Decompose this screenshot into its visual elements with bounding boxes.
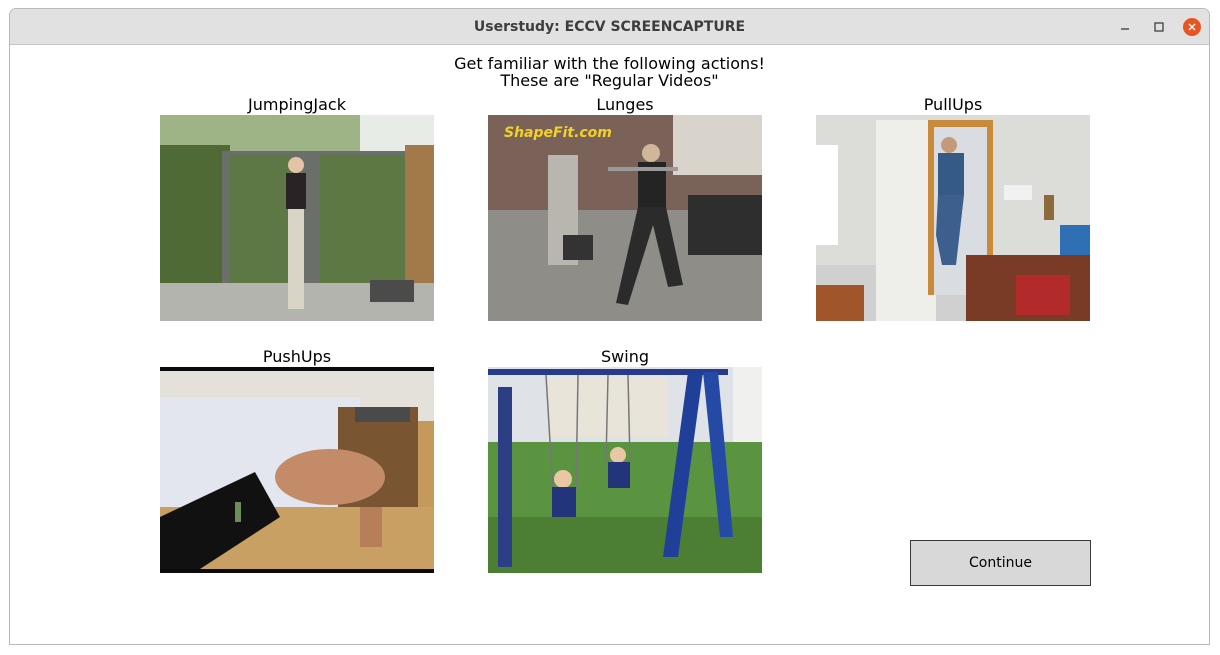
instruction-heading: Get familiar with the following actions!… [10, 55, 1209, 89]
clip-jumpingjack: JumpingJack [160, 95, 434, 321]
heading-line-1: Get familiar with the following actions! [454, 54, 765, 73]
clip-label: PullUps [923, 95, 983, 114]
title-bar[interactable]: Userstudy: ECCV SCREENCAPTURE [10, 9, 1209, 45]
clip-lunges: Lunges ShapeFit.com [488, 95, 762, 321]
close-icon[interactable] [1183, 18, 1201, 36]
window-title: Userstudy: ECCV SCREENCAPTURE [473, 19, 746, 35]
clip-label: Swing [601, 347, 649, 366]
clip-pushups: PushUps [160, 347, 434, 573]
video-thumbnail [488, 367, 762, 573]
main-content: Get familiar with the following actions!… [10, 45, 1209, 644]
continue-button[interactable]: Continue [910, 540, 1091, 586]
svg-text:ShapeFit.com: ShapeFit.com [504, 125, 612, 141]
video-thumbnail: ShapeFit.com [488, 115, 762, 321]
clip-label: PushUps [262, 347, 332, 366]
video-thumbnail [816, 115, 1090, 321]
clip-label: JumpingJack [248, 95, 346, 114]
maximize-icon[interactable] [1150, 18, 1168, 36]
app-window: Userstudy: ECCV SCREENCAPTURE Get famili… [9, 8, 1210, 645]
minimize-icon[interactable] [1116, 18, 1134, 36]
video-thumbnail [160, 367, 434, 573]
clip-pullups: PullUps [816, 95, 1090, 321]
video-thumbnail [160, 115, 434, 321]
clip-swing: Swing [488, 347, 762, 573]
heading-line-2: These are "Regular Videos" [500, 71, 719, 90]
clip-label: Lunges [596, 95, 654, 114]
